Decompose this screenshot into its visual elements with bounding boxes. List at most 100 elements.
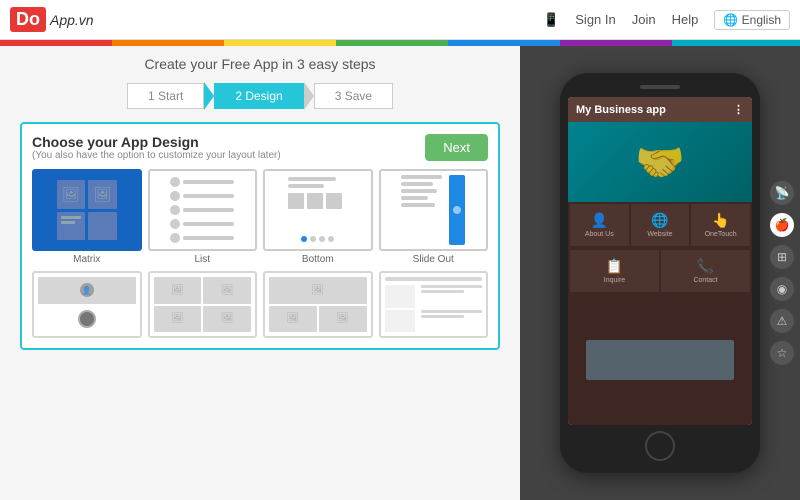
step-start[interactable]: 1 Start [127,83,204,109]
layout-matrix-item[interactable]: 🖼 🖼 [32,169,142,251]
app-title: My Business app [576,104,666,116]
step-connector-1 [204,82,214,110]
design-title: Choose your App Design [32,134,281,150]
side-icon-warning[interactable]: ⚠ [770,309,794,333]
logo: Do App.vn [10,7,94,32]
inquire-icon: 📋 [606,258,623,275]
layout-thumb-2[interactable]: 🖼 🖼 🖼 🖼 [148,271,258,338]
wifi-icon: 📡 [775,186,790,200]
layout-list-label: List [148,254,258,265]
matrix-preview: 🖼 🖼 [38,175,136,245]
layout-list-item[interactable] [148,169,258,251]
matrix-cell-1: 🖼 [57,180,86,209]
layout-slideout-label: Slide Out [379,254,489,265]
nav-dot-1 [310,236,316,242]
bottom-preview-inner [286,175,350,245]
list-preview [154,175,252,245]
help-link[interactable]: Help [672,12,699,27]
android-icon: ◉ [777,282,787,296]
website-label: Website [647,231,672,238]
nav-dot-3 [328,236,334,242]
side-icon-wifi[interactable]: 📡 [770,181,794,205]
step-save[interactable]: 3 Save [314,83,393,109]
contact-icon: 📞 [697,258,714,275]
design-panel: Choose your App Design (You also have th… [20,122,500,350]
side-icon-android[interactable]: ◉ [770,277,794,301]
side-icon-windows[interactable]: ⊞ [770,245,794,269]
menu-icon[interactable]: ⋮ [733,103,744,116]
list-row-4 [170,219,234,229]
about-us-label: About Us [585,231,614,238]
app-btn-website[interactable]: 🌐 Website [631,204,690,246]
list-row-3 [170,205,234,215]
matrix-cell-2: 🖼 [88,180,117,209]
design-subtitle: (You also have the option to customize y… [32,150,281,161]
app-btn-inquire[interactable]: 📋 Inquire [570,250,659,292]
thumb-row-5 [385,285,483,308]
thumb-row-6 [385,310,483,333]
slideout-main [401,175,446,245]
layout-bottom[interactable]: Bottom [263,169,373,265]
windows-icon: ⊞ [777,250,787,264]
layout-thumb-4[interactable] [379,271,489,338]
step-design[interactable]: 2 Design [214,83,303,109]
design-panel-title: Choose your App Design (You also have th… [32,134,281,161]
matrix-cell-3 [57,212,86,240]
app-btn-onetouch[interactable]: 👆 OneTouch [691,204,750,246]
bottom-content [286,175,350,231]
device-icon: 📱 [543,12,559,28]
bottom-preview [269,175,367,245]
layout-row2: 👤 🖼 🖼 � [32,271,488,338]
thumb-preview-3: 🖼 🖼 🖼 [269,277,367,332]
phone-screen: My Business app ⋮ 🤝 👤 About Us 🌐 Website [568,97,752,425]
nav-dot-active [301,236,307,242]
matrix-cell-4 [88,212,117,240]
thumb-cell-5: 🖼 [269,277,367,304]
star-icon: ☆ [777,346,788,360]
thumb-preview-4 [385,277,483,332]
layout-slideout[interactable]: Slide Out [379,169,489,265]
step-connector-2 [304,82,314,110]
right-panel: My Business app ⋮ 🤝 👤 About Us 🌐 Website [520,46,800,500]
app-header: My Business app ⋮ [568,97,752,122]
sign-in-link[interactable]: Sign In [575,12,615,27]
phone-bottom-area [568,294,752,425]
layout-slideout-item[interactable] [379,169,489,251]
join-link[interactable]: Join [632,12,656,27]
layout-thumb-1[interactable]: 👤 [32,271,142,338]
phone-device: My Business app ⋮ 🤝 👤 About Us 🌐 Website [560,73,760,473]
layout-list[interactable]: List [148,169,258,265]
nav-dot-2 [319,236,325,242]
side-icon-star[interactable]: ☆ [770,341,794,365]
app-btn-about[interactable]: 👤 About Us [570,204,629,246]
thumb-preview-1: 👤 [38,277,136,332]
thumb-cell-4: 🖼 [203,306,251,333]
layout-grid: 🖼 🖼 Matrix [32,169,488,265]
website-icon: 🌐 [651,212,668,229]
language-selector[interactable]: 🌐 English [714,10,790,30]
bottom-nav-dots [286,233,350,245]
about-us-icon: 👤 [591,212,608,229]
layout-matrix[interactable]: 🖼 🖼 Matrix [32,169,142,265]
logo-do: Do [10,7,46,32]
side-icons: 📡 🍎 ⊞ ◉ ⚠ ☆ [770,181,794,365]
layout-bottom-item[interactable] [263,169,373,251]
thumb-cell-3: 🖼 [154,306,202,333]
layout-thumb-3[interactable]: 🖼 🖼 🖼 [263,271,373,338]
next-button[interactable]: Next [425,134,488,161]
side-icon-apple[interactable]: 🍎 [770,213,794,237]
app-hero: 🤝 [568,122,752,202]
thumb-preview-2: 🖼 🖼 🖼 🖼 [154,277,252,332]
phone-home-button[interactable] [645,431,675,461]
thumb-cell-7: 🖼 [319,306,367,333]
slideout-preview [385,175,483,245]
slideout-sidebar [449,175,465,245]
steps-indicator: 1 Start 2 Design 3 Save [20,82,500,110]
app-btn-contact[interactable]: 📞 Contact [661,250,750,292]
thumb-row-3: 🖼 [269,277,367,304]
design-panel-header: Choose your App Design (You also have th… [32,134,488,161]
top-navigation: Do App.vn 📱 Sign In Join Help 🌐 English [0,0,800,40]
list-row-5 [170,233,234,243]
list-row-1 [170,177,234,187]
list-preview-inner [170,177,234,243]
